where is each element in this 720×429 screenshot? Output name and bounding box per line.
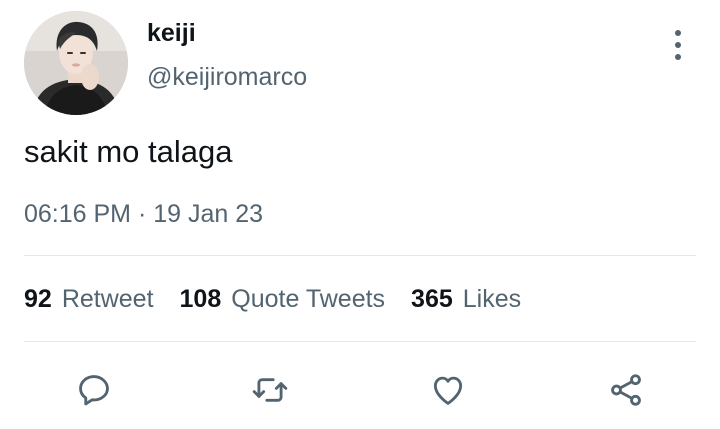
tweet-timestamp[interactable]: 06:16 PM · 19 Jan 23 xyxy=(24,199,263,229)
heart-icon xyxy=(433,376,463,405)
retweet-button[interactable] xyxy=(248,368,292,412)
retweet-label: Retweet xyxy=(61,285,154,313)
quote-tweet-label: Quote Tweets xyxy=(231,285,386,313)
tweet-text: sakit mo talaga xyxy=(24,134,233,169)
username-handle[interactable]: @keijiromarco xyxy=(147,62,307,92)
more-options-icon-dot xyxy=(675,42,681,48)
reply-button[interactable] xyxy=(72,368,116,412)
likes-label: Likes xyxy=(462,285,522,313)
share-button[interactable] xyxy=(604,368,648,412)
quote-tweet-stat[interactable]: 108 Quote Tweets xyxy=(180,284,386,314)
tweet-actions-bar xyxy=(0,368,720,412)
avatar-photo xyxy=(24,11,128,115)
like-button[interactable] xyxy=(426,368,470,412)
quote-tweet-count: 108 xyxy=(179,285,222,313)
divider xyxy=(24,341,696,342)
retweet-icon xyxy=(252,378,288,402)
more-options-icon xyxy=(675,30,681,36)
reply-icon xyxy=(79,375,109,406)
retweet-stat[interactable]: 92 Retweet xyxy=(24,284,154,314)
share-icon xyxy=(611,374,641,406)
divider xyxy=(24,255,696,256)
avatar[interactable] xyxy=(24,11,128,115)
display-name[interactable]: keiji xyxy=(147,18,196,48)
tweet-stats: 92 Retweet 108 Quote Tweets 365 Likes xyxy=(24,284,547,314)
more-options-icon-dot xyxy=(675,54,681,60)
more-options-button[interactable] xyxy=(666,28,690,62)
likes-count: 365 xyxy=(411,285,453,313)
likes-stat[interactable]: 365 Likes xyxy=(411,284,521,314)
retweet-count: 92 xyxy=(24,285,52,313)
